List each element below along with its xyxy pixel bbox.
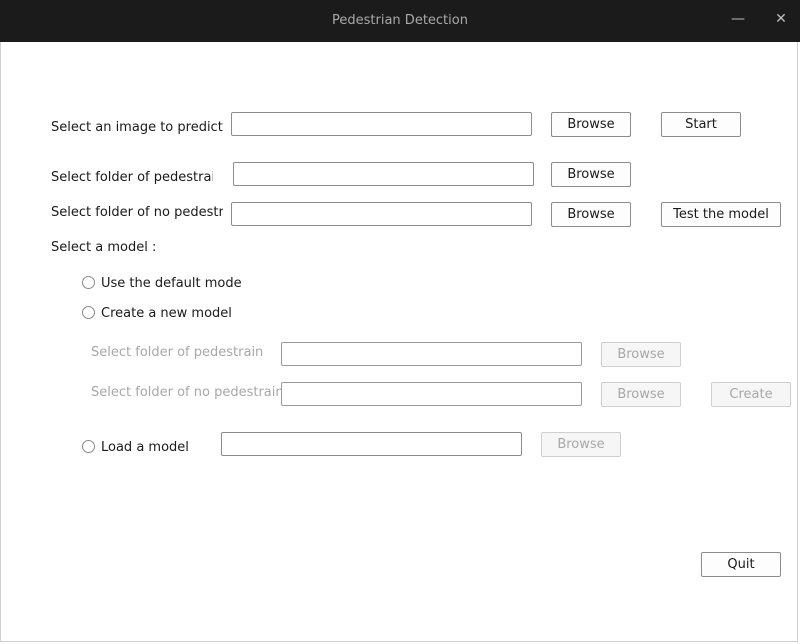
new-pedestrian-browse-button[interactable]: Browse [601,342,681,367]
load-model-input[interactable] [221,432,522,456]
test-model-button[interactable]: Test the model [661,202,781,227]
new-no-pedestrian-browse-button[interactable]: Browse [601,382,681,407]
default-model-radio[interactable] [82,276,95,289]
select-model-heading: Select a model : [51,240,157,255]
new-pedestrian-folder-input[interactable] [281,342,582,366]
new-pedestrian-folder-label: Select folder of pedestrain [91,345,264,360]
load-model-label[interactable]: Load a model [101,440,189,455]
no-pedestrian-folder-label: Select folder of no pedestrai [51,205,223,220]
window-title: Pedestrian Detection [332,13,468,28]
new-no-pedestrian-folder-input[interactable] [281,382,582,406]
load-model-browse-button[interactable]: Browse [541,432,621,457]
close-icon[interactable]: ✕ [770,8,792,30]
app-window: Pedestrian Detection — ✕ Select an image… [0,0,800,644]
pedestrian-folder-label: Select folder of pedestrain [51,170,213,185]
main-panel: Select an image to predict Browse Start … [0,42,798,642]
quit-button[interactable]: Quit [701,552,781,577]
start-button[interactable]: Start [661,112,741,137]
no-pedestrian-browse-button[interactable]: Browse [551,202,631,227]
title-bar: Pedestrian Detection — ✕ [0,0,800,42]
predict-browse-button[interactable]: Browse [551,112,631,137]
new-model-radio[interactable] [82,306,95,319]
pedestrian-browse-button[interactable]: Browse [551,162,631,187]
pedestrian-folder-input[interactable] [233,162,534,186]
minimize-icon[interactable]: — [727,8,749,30]
new-model-label[interactable]: Create a new model [101,306,232,321]
no-pedestrian-folder-input[interactable] [231,202,532,226]
predict-image-input[interactable] [231,112,532,136]
predict-label: Select an image to predict [51,120,223,135]
default-model-label[interactable]: Use the default mode [101,276,242,291]
create-model-button[interactable]: Create [711,382,791,407]
new-no-pedestrian-folder-label: Select folder of no pedestrain [91,385,284,400]
load-model-radio[interactable] [82,440,95,453]
